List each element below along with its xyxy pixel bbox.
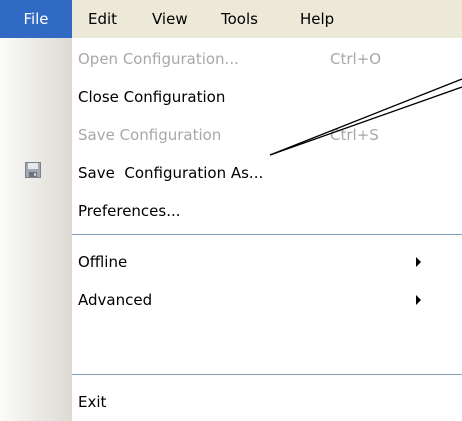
menu-item-shortcut: Ctrl+S [330, 126, 379, 144]
menu-item-shortcut: Ctrl+O [330, 50, 382, 68]
menu-separator [72, 374, 462, 375]
menu-item-exit[interactable]: Exit [78, 383, 448, 421]
menu-icon-strip [0, 38, 72, 421]
menu-tools[interactable]: Tools [221, 0, 258, 38]
menu-item-offline[interactable]: Offline [78, 243, 448, 281]
menu-file[interactable]: File [0, 0, 72, 38]
menu-item-label: Preferences... [78, 202, 181, 220]
menu-bar: File Edit View Tools Help [0, 0, 462, 38]
submenu-arrow-icon [416, 295, 421, 305]
menu-item-save-configuration[interactable]: Save Configuration Ctrl+S [78, 116, 448, 154]
menu-item-label: Save Configuration As... [78, 164, 264, 182]
menu-item-label: Offline [78, 253, 128, 271]
menu-item-label: Close Configuration [78, 88, 226, 106]
menu-view[interactable]: View [152, 0, 188, 38]
menu-edit[interactable]: Edit [88, 0, 117, 38]
file-dropdown-menu: Open Configuration... Ctrl+O Close Confi… [0, 38, 462, 421]
menu-item-save-configuration-as[interactable]: Save Configuration As... [78, 154, 448, 192]
menu-item-label: Save Configuration [78, 126, 222, 144]
menu-item-close-configuration[interactable]: Close Configuration [78, 78, 448, 116]
menu-item-label: Exit [78, 393, 107, 411]
menu-help[interactable]: Help [300, 0, 334, 38]
submenu-arrow-icon [416, 257, 421, 267]
menu-item-advanced[interactable]: Advanced [78, 281, 448, 319]
menu-item-open-configuration[interactable]: Open Configuration... Ctrl+O [78, 40, 448, 78]
menu-item-label: Open Configuration... [78, 50, 239, 68]
menu-item-label: Advanced [78, 291, 153, 309]
menu-separator [72, 234, 462, 235]
save-icon [25, 162, 41, 178]
menu-item-preferences[interactable]: Preferences... [78, 192, 448, 230]
